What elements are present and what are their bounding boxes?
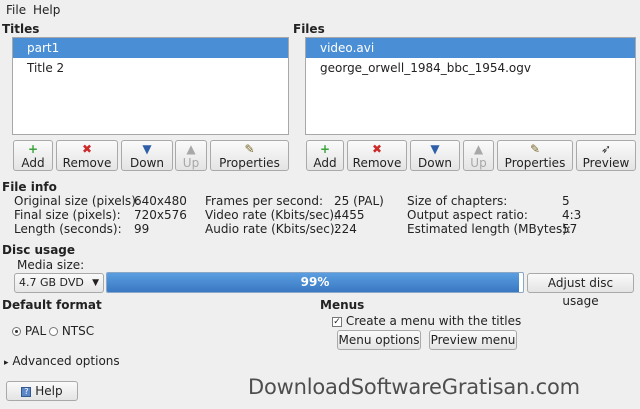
info-label: Size of chapters: <box>407 194 508 208</box>
files-list[interactable]: video.avi george_orwell_1984_bbc_1954.og… <box>305 37 636 135</box>
arrow-up-icon: ▲ <box>473 142 484 156</box>
format-pal-option[interactable]: PAL <box>12 324 46 338</box>
info-label: Output aspect ratio: <box>407 208 528 222</box>
titles-down-button[interactable]: ▼ Down <box>121 140 173 171</box>
remove-x-icon: ✖ <box>371 142 383 156</box>
advanced-options-expander[interactable]: ▸ Advanced options <box>4 354 120 368</box>
media-size-select[interactable]: 4.7 GB DVD ▼ <box>14 273 104 293</box>
titles-list[interactable]: part1 Title 2 <box>12 37 289 135</box>
chevron-right-icon: ▸ <box>4 358 9 368</box>
menu-file[interactable]: File <box>6 3 26 17</box>
info-label: Audio rate (Kbits/sec): <box>205 222 339 236</box>
files-up-button[interactable]: ▲ Up <box>463 140 494 171</box>
info-label: Frames per second: <box>205 194 324 208</box>
files-heading: Files <box>293 22 325 36</box>
titles-add-button[interactable]: + Add <box>13 140 53 171</box>
chevron-down-icon: ▼ <box>92 278 99 288</box>
info-label: Video rate (Kbits/sec): <box>205 208 339 222</box>
info-value: 99 <box>134 222 150 236</box>
files-list-item[interactable]: george_orwell_1984_bbc_1954.ogv <box>306 58 635 78</box>
radio-selected-icon <box>12 327 21 336</box>
radio-unselected-icon <box>49 327 58 336</box>
pencil-icon: ✎ <box>529 142 541 156</box>
pencil-icon: ✎ <box>244 142 255 156</box>
info-value: 640x480 <box>134 194 187 208</box>
create-menu-checkbox[interactable]: ✓ Create a menu with the titles <box>332 314 521 328</box>
info-value: 224 <box>334 222 357 236</box>
help-icon: ? <box>21 386 32 397</box>
plus-icon: + <box>319 142 331 156</box>
adjust-disc-usage-button[interactable]: Adjust disc usage <box>527 273 634 308</box>
menu-bar: File Help <box>0 0 640 20</box>
info-value: 57 <box>562 222 578 236</box>
plus-icon: + <box>27 142 39 156</box>
files-add-button[interactable]: + Add <box>306 140 344 171</box>
preview-arrow-icon: ➶ <box>600 142 612 156</box>
files-properties-button[interactable]: ✎ Properties <box>497 140 573 171</box>
arrow-down-icon: ▼ <box>430 142 440 156</box>
info-label: Original size (pixels): <box>14 194 140 208</box>
format-ntsc-option[interactable]: NTSC <box>49 324 94 338</box>
preview-menu-button[interactable]: Preview menu <box>429 330 517 350</box>
help-button[interactable]: ? Help <box>6 381 78 401</box>
titles-list-item[interactable]: Title 2 <box>13 58 288 78</box>
info-label: Estimated length (MBytes): <box>407 222 571 236</box>
info-value: 25 (PAL) <box>334 194 384 208</box>
titles-up-button[interactable]: ▲ Up <box>175 140 207 171</box>
watermark-text: DownloadSoftwareGratisan.com <box>248 375 580 399</box>
files-list-item[interactable]: video.avi <box>306 38 635 58</box>
disc-usage-progress-text: 99% <box>300 275 330 289</box>
files-down-button[interactable]: ▼ Down <box>410 140 460 171</box>
remove-x-icon: ✖ <box>81 142 93 156</box>
files-remove-button[interactable]: ✖ Remove <box>347 140 407 171</box>
arrow-down-icon: ▼ <box>142 142 152 156</box>
info-label: Length (seconds): <box>14 222 122 236</box>
titles-remove-button[interactable]: ✖ Remove <box>56 140 118 171</box>
info-value: 5 <box>562 194 570 208</box>
disc-usage-progress: 99% <box>106 272 524 293</box>
arrow-up-icon: ▲ <box>186 142 196 156</box>
checkmark-icon: ✓ <box>332 316 342 327</box>
info-value: 4455 <box>334 208 365 222</box>
menu-options-button[interactable]: Menu options <box>337 330 421 350</box>
info-value: 4:3 <box>562 208 582 222</box>
titles-heading: Titles <box>2 22 40 36</box>
media-size-label: Media size: <box>17 258 85 272</box>
default-format-heading: Default format <box>2 298 102 312</box>
titles-list-item[interactable]: part1 <box>13 38 288 58</box>
info-value: 720x576 <box>134 208 187 222</box>
disc-usage-heading: Disc usage <box>2 243 76 257</box>
info-label: Final size (pixels): <box>14 208 121 222</box>
files-preview-button[interactable]: ➶ Preview <box>576 140 636 171</box>
file-info-heading: File info <box>2 180 57 194</box>
titles-properties-button[interactable]: ✎ Properties <box>210 140 289 171</box>
menus-heading: Menus <box>320 298 365 312</box>
menu-help[interactable]: Help <box>33 3 60 17</box>
